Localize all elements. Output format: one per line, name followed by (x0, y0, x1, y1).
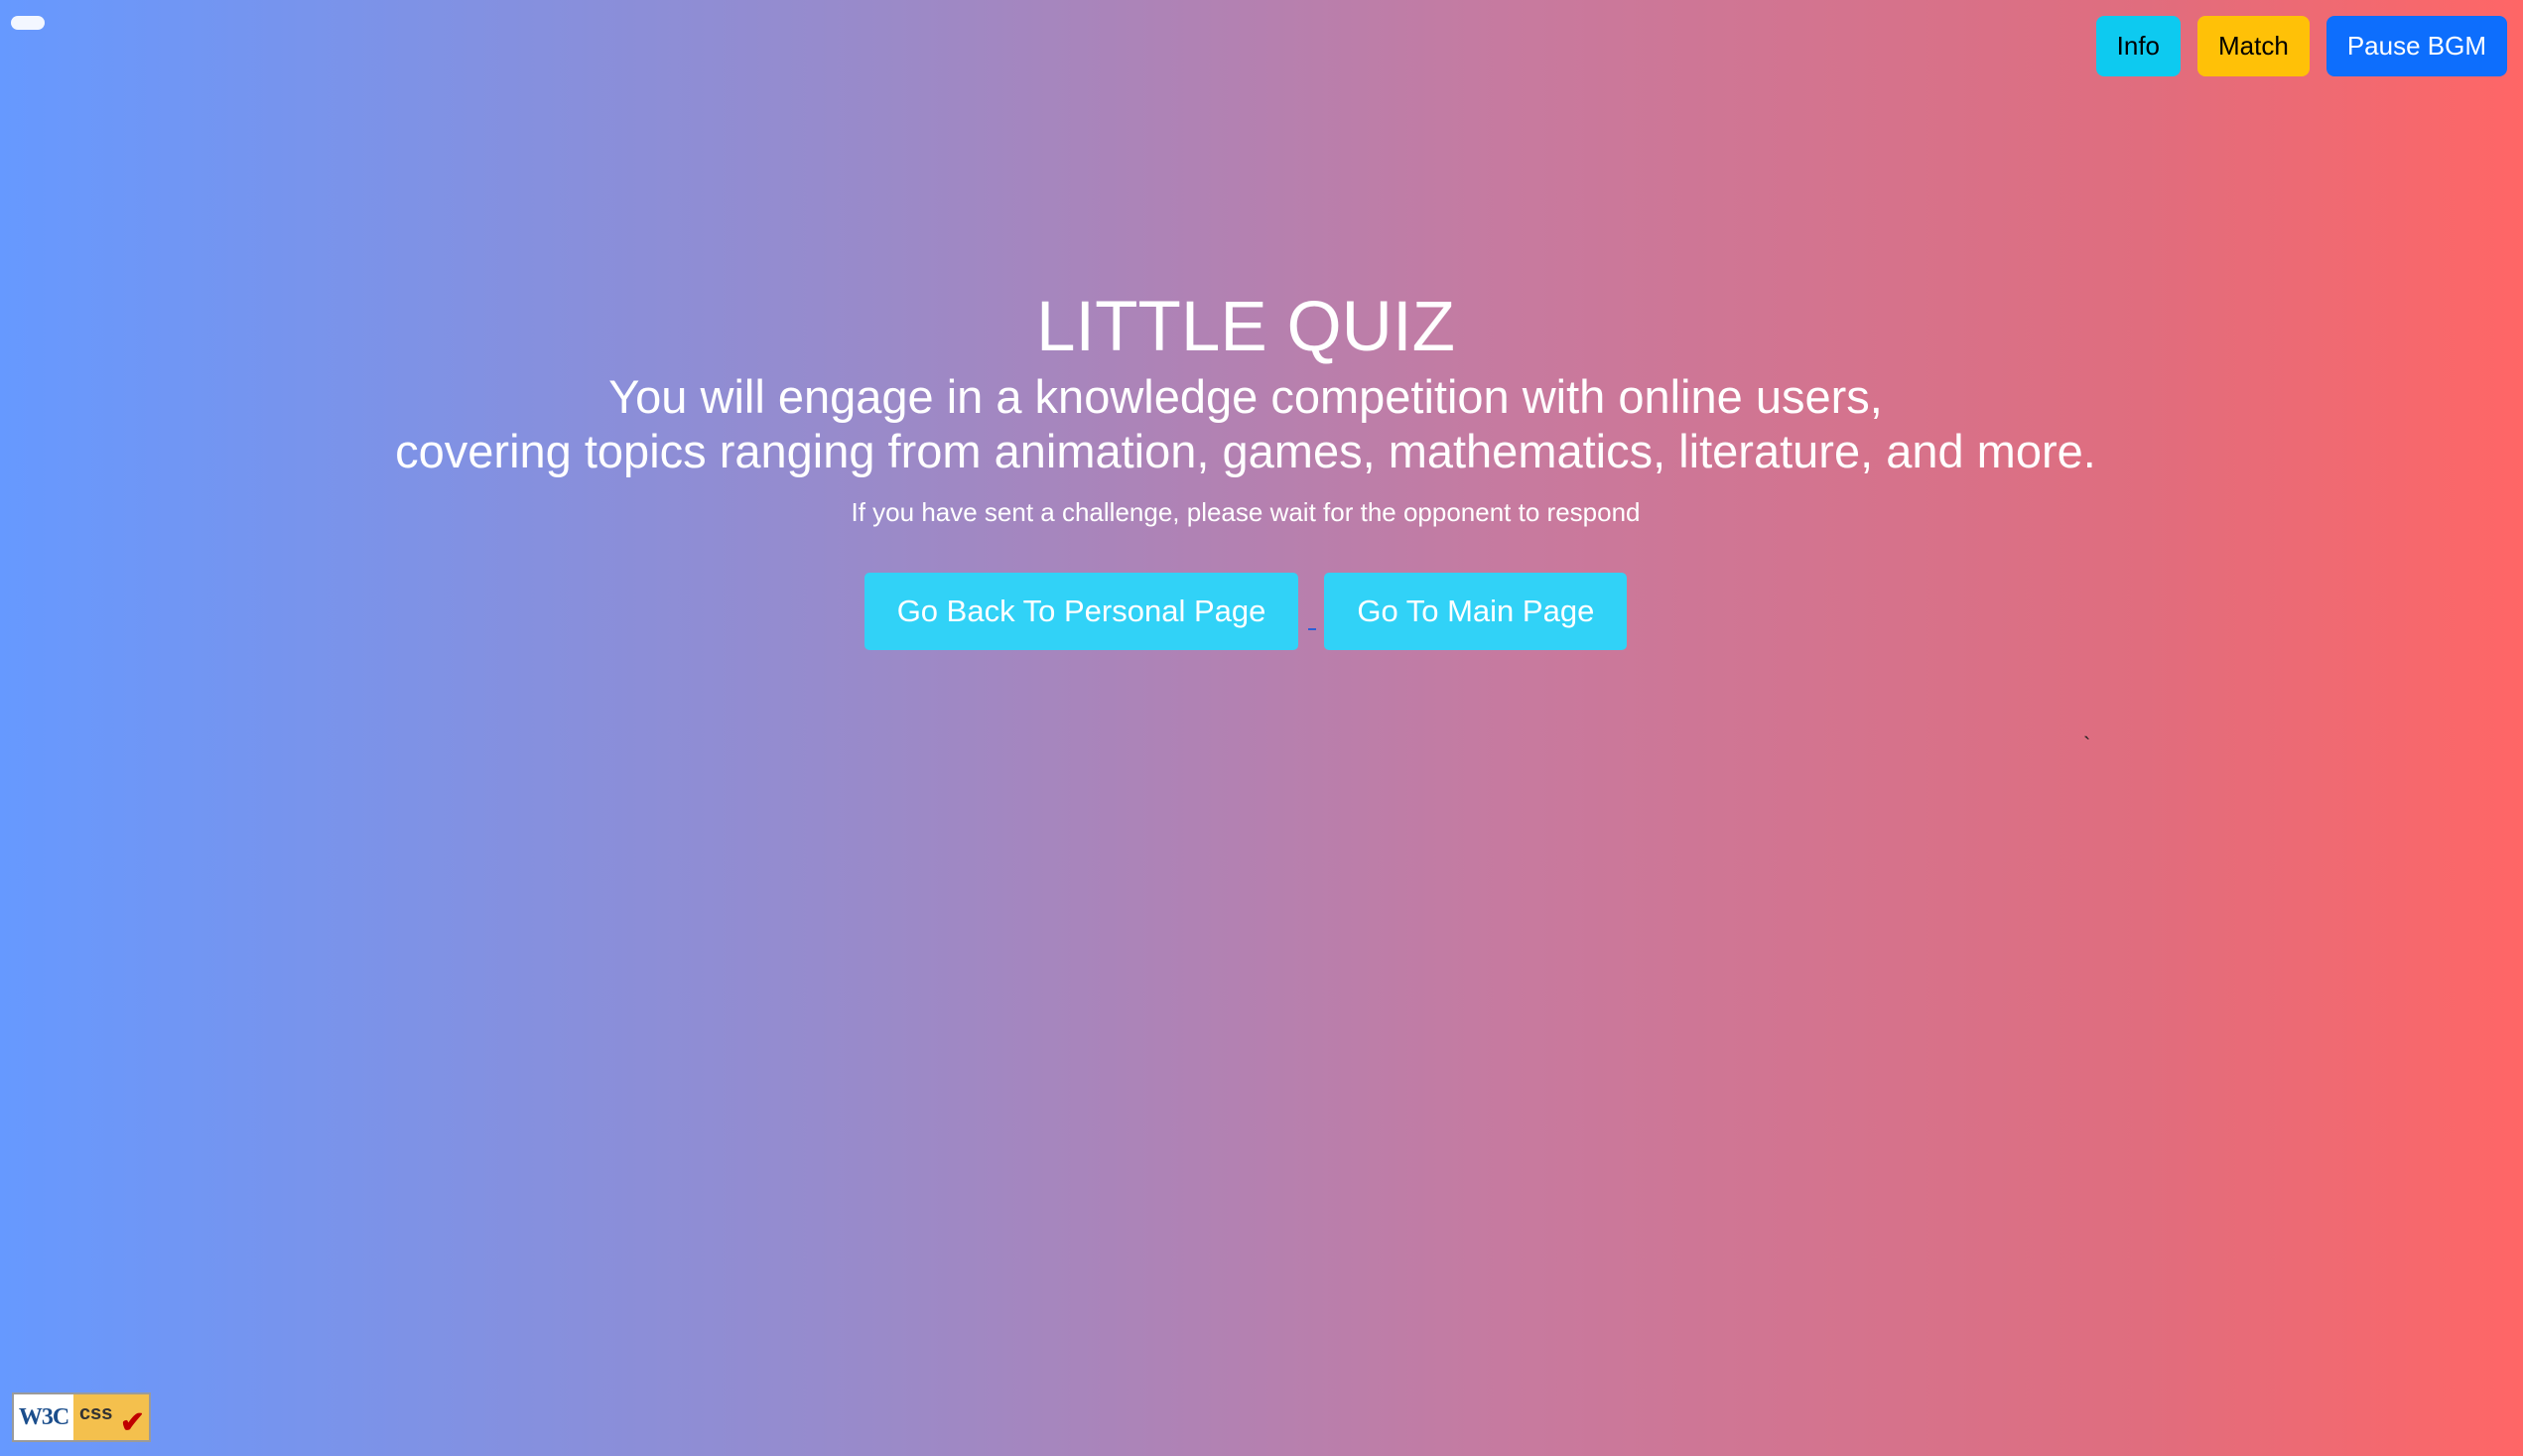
page-title: LITTLE QUIZ (1035, 288, 1456, 366)
top-toolbar: Info Match Pause BGM (2095, 16, 2507, 76)
challenge-hint: If you have sent a challenge, please wai… (851, 497, 1641, 527)
w3c-css-validator-badge[interactable]: W3C css ✔ (12, 1392, 151, 1442)
info-button[interactable]: Info (2095, 16, 2182, 76)
w3c-logo: W3C (18, 1403, 69, 1430)
go-personal-page-button[interactable]: Go Back To Personal Page (863, 573, 1299, 650)
match-button[interactable]: Match (2197, 16, 2310, 76)
subtitle: You will engage in a knowledge competiti… (0, 369, 2491, 478)
go-main-page-button[interactable]: Go To Main Page (1324, 573, 1628, 650)
css-label: css (79, 1402, 113, 1424)
action-buttons: Go Back To Personal Page Go To Main Page (0, 573, 2491, 650)
pause-bgm-button[interactable]: Pause BGM (2325, 16, 2507, 76)
hero-section: LITTLE QUIZ You will engage in a knowled… (0, 286, 2491, 650)
mouse-cursor-icon: ` (2083, 732, 2091, 757)
checkmark-icon: ✔ (119, 1406, 145, 1439)
pill-toggle-icon[interactable] (11, 16, 45, 30)
css-label-area: css ✔ (73, 1394, 149, 1440)
subtitle-line-2: covering topics ranging from animation, … (395, 425, 2096, 477)
subtitle-line-1: You will engage in a knowledge competiti… (608, 370, 1883, 423)
separator-link[interactable] (1308, 628, 1317, 630)
